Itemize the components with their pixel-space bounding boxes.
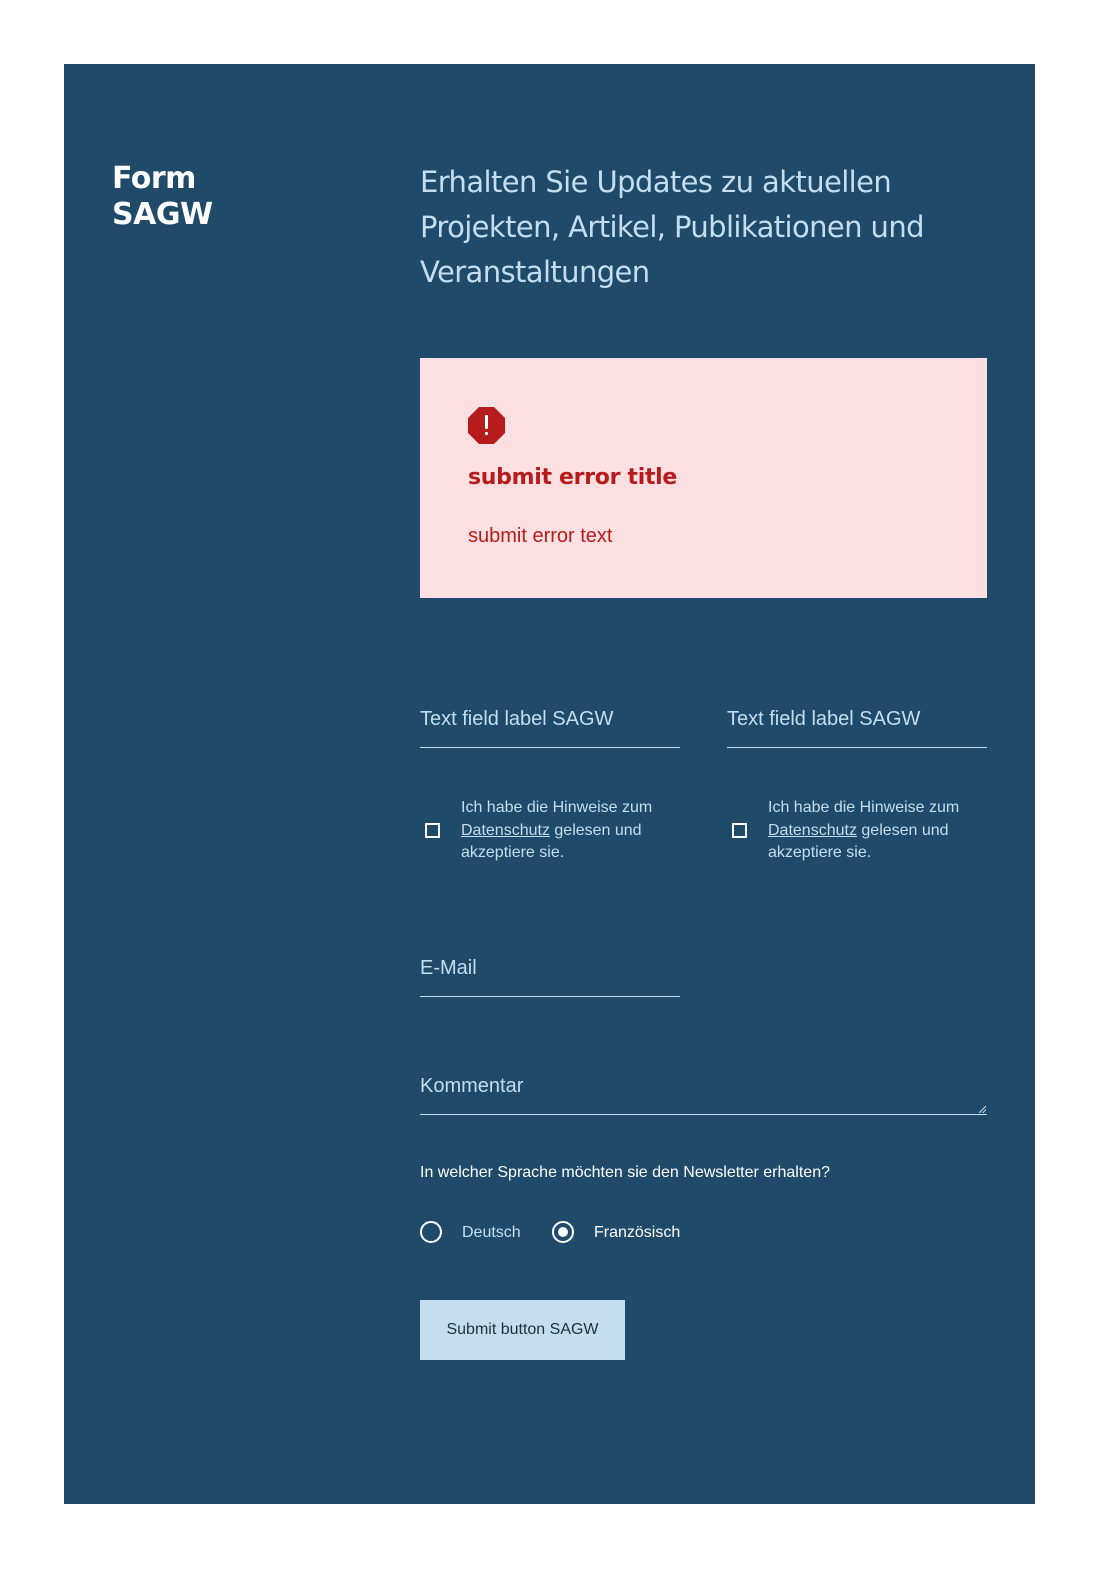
radio-deutsch-label: Deutsch [462,1224,521,1241]
datenschutz-link[interactable]: Datenschutz [461,822,550,839]
email-field-label: E-Mail [420,957,477,979]
error-title: submit error title [468,465,678,490]
text-field-2[interactable]: Text field label SAGW [727,707,987,748]
form-title-line-1: Form [112,161,196,196]
form-panel: Form SAGW Erhalten Sie Updates zu aktuel… [64,64,1035,1504]
text-field-2-label: Text field label SAGW [727,708,921,730]
submit-error-box: submit error title submit error text [420,358,987,598]
radio-franzoesisch-label: Französisch [594,1224,681,1241]
resize-grip-icon[interactable] [979,1106,986,1113]
comment-textarea[interactable]: Kommentar [420,1074,987,1115]
error-octagon-icon [468,407,505,444]
radio-deutsch[interactable] [420,1221,442,1243]
comment-field-label: Kommentar [420,1075,524,1097]
error-text: submit error text [468,525,613,547]
text-field-1-label: Text field label SAGW [420,708,614,730]
privacy-text-before: Ich habe die Hinweise zum [768,799,960,816]
text-field-1[interactable]: Text field label SAGW [420,707,680,748]
datenschutz-link[interactable]: Datenschutz [768,822,857,839]
radio-franzoesisch[interactable] [552,1221,574,1243]
intro-heading: Erhalten Sie Updates zu aktuellen Projek… [420,165,925,289]
submit-button[interactable]: Submit button SAGW [420,1300,625,1360]
form-title: Form SAGW [112,161,213,233]
privacy-text-2: Ich habe die Hinweise zum Datenschutz ge… [768,797,973,865]
form-title-line-2: SAGW [112,197,213,232]
checkbox-1[interactable] [425,823,440,838]
email-field[interactable]: E-Mail [420,956,680,997]
privacy-text-1: Ich habe die Hinweise zum Datenschutz ge… [461,797,666,865]
privacy-text-before: Ich habe die Hinweise zum [461,799,653,816]
checkbox-2[interactable] [732,823,747,838]
language-question: In welcher Sprache möchten sie den Newsl… [420,1164,830,1181]
